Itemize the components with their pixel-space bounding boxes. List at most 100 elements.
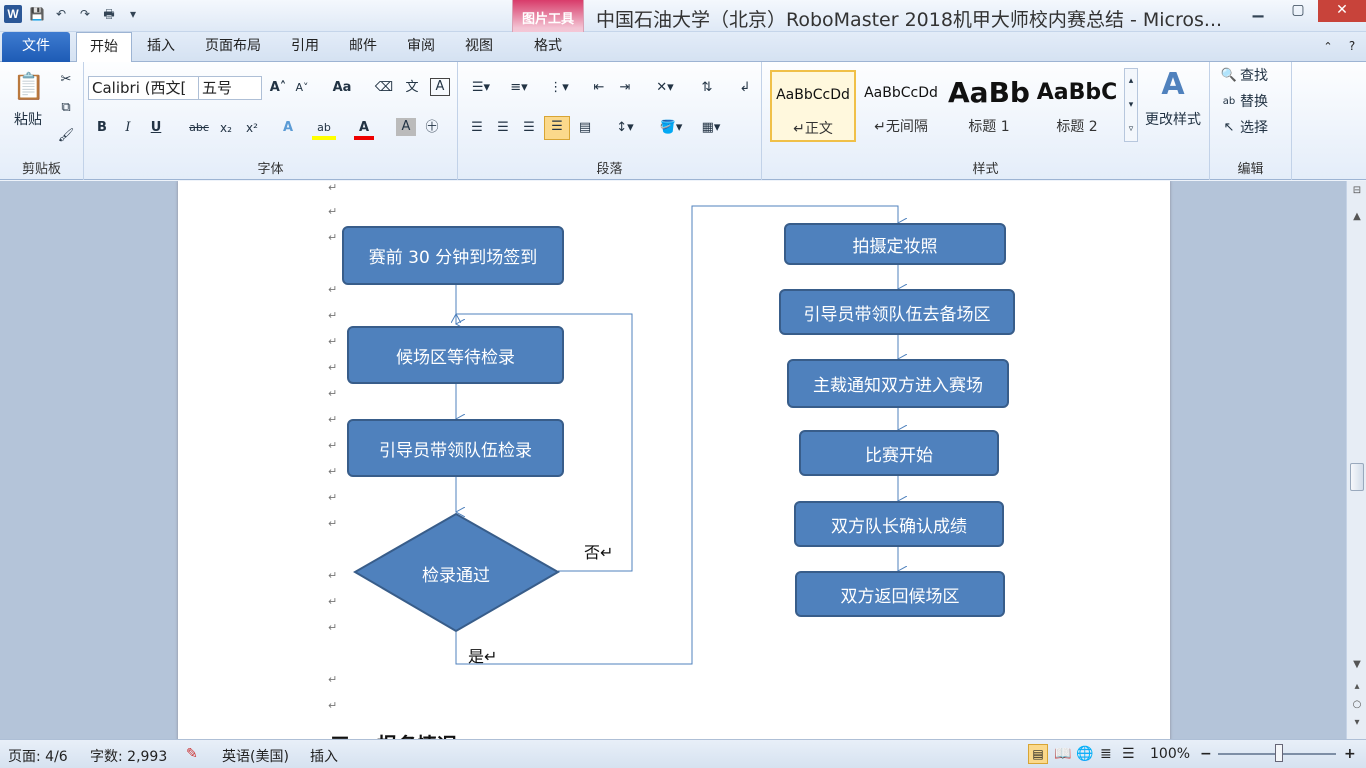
save-icon[interactable]: 💾 [28,5,46,23]
help-icon[interactable]: ? [1342,32,1362,62]
vertical-scrollbar[interactable]: ⊟ ▲ ▼ ▴ ○ ▾ [1346,181,1366,739]
clear-formatting-icon[interactable]: ⌫ [374,78,394,98]
grow-font-button[interactable]: A˄ [268,78,288,98]
tab-home[interactable]: 开始 [76,32,132,63]
character-shading-icon[interactable]: A [396,118,416,136]
ruler-toggle-icon[interactable]: ⊟ [1350,185,1364,196]
paste-button[interactable]: 粘贴 [6,110,50,130]
shading-icon[interactable]: 🪣▾ [654,118,688,138]
multilevel-list-icon[interactable]: ⋮▾ [544,78,574,98]
zoom-in-button[interactable]: + [1344,746,1356,762]
document-page[interactable]: ↵ ↵ ↵ ↵ ↵ ↵ ↵ ↵ ↵ ↵ ↵ ↵ ↵ ↵ ↵ ↵ ↵ ↵ 赛前 3… [178,181,1170,739]
flow-node-waiting[interactable]: 候场区等待检录 [347,326,564,384]
font-name-combo[interactable]: Calibri (西文[ [88,76,200,100]
sort-icon[interactable]: ⇅ [696,78,718,98]
decrease-indent-icon[interactable]: ⇤ [588,78,610,98]
enclose-characters-icon[interactable]: ㊉ [422,118,442,138]
find-button[interactable]: 查找 [1240,66,1280,86]
tab-file[interactable]: 文件 [2,32,70,62]
style-no-spacing[interactable]: AaBbCcDd ↵无间隔 [858,70,944,142]
page-count[interactable]: 页面: 4/6 [8,746,68,766]
language[interactable]: 英语(美国) [222,746,289,766]
zoom-slider-knob[interactable] [1275,744,1283,762]
scroll-down-icon[interactable]: ▼ [1350,659,1364,670]
bold-button[interactable]: B [92,118,112,138]
flow-node-photo[interactable]: 拍摄定妆照 [784,223,1006,265]
change-case-button[interactable]: Aa [328,78,356,98]
replace-button[interactable]: 替换 [1240,92,1280,112]
line-spacing-icon[interactable]: ↕▾ [610,118,640,138]
draft-view-icon[interactable]: ☰ [1122,746,1135,762]
strikethrough-button[interactable]: abc [186,118,212,138]
phonetic-guide-icon[interactable]: 文 [402,78,422,98]
style-normal[interactable]: AaBbCcDd ↵正文 [770,70,856,142]
distributed-icon[interactable]: ▤ [574,118,596,138]
text-effects-icon[interactable]: A [278,118,298,138]
tab-review[interactable]: 审阅 [396,32,446,62]
redo-icon[interactable]: ↷ [76,5,94,23]
close-button[interactable]: ✕ [1318,0,1366,22]
style-heading-2[interactable]: AaBbC 标题 2 [1034,70,1120,142]
flow-node-guide-check[interactable]: 引导员带领队伍检录 [347,419,564,477]
format-painter-icon[interactable]: 🖌 [56,126,76,146]
select-button[interactable]: 选择 [1240,118,1280,138]
underline-button[interactable]: U [146,118,166,138]
show-marks-icon[interactable]: ↲ [734,78,756,98]
print-icon[interactable]: 🖶 [100,5,118,23]
insert-mode[interactable]: 插入 [310,746,338,766]
document-area[interactable]: ↵ ↵ ↵ ↵ ↵ ↵ ↵ ↵ ↵ ↵ ↵ ↵ ↵ ↵ ↵ ↵ ↵ ↵ 赛前 3… [0,181,1346,739]
subscript-button[interactable]: x₂ [216,118,236,138]
tab-mailings[interactable]: 邮件 [338,32,388,62]
tab-format[interactable]: 格式 [518,32,578,62]
italic-button[interactable]: I [118,118,138,138]
ribbon-minimize-icon[interactable]: ⌃ [1318,32,1338,62]
shrink-font-button[interactable]: A˅ [292,78,312,98]
tab-references[interactable]: 引用 [280,32,330,62]
browse-object-icon[interactable]: ○ [1350,699,1364,710]
tab-page-layout[interactable]: 页面布局 [194,32,272,62]
numbering-icon[interactable]: ≡▾ [504,78,534,98]
next-page-icon[interactable]: ▾ [1350,717,1364,728]
highlight-icon[interactable]: ab [312,118,336,140]
character-border-icon[interactable]: A [430,78,450,96]
align-right-icon[interactable]: ☰ [518,118,540,138]
justify-icon[interactable]: ☰ [544,116,570,140]
flow-node-enter-arena[interactable]: 主裁通知双方进入赛场 [787,359,1009,408]
increase-indent-icon[interactable]: ⇥ [614,78,636,98]
customize-toolbar-icon[interactable]: ▾ [124,5,142,23]
style-heading-1[interactable]: AaBb 标题 1 [946,70,1032,142]
print-layout-icon[interactable]: ▤ [1028,744,1048,764]
change-styles-icon[interactable]: A [1146,68,1200,102]
zoom-level[interactable]: 100% [1150,746,1190,762]
proofing-icon[interactable]: ✎ [186,746,198,762]
web-layout-icon[interactable]: 🌐 [1076,746,1093,762]
borders-icon[interactable]: ▦▾ [696,118,726,138]
undo-icon[interactable]: ↶ [52,5,70,23]
asian-layout-icon[interactable]: ✕▾ [650,78,680,98]
word-count[interactable]: 字数: 2,993 [90,746,167,766]
scroll-thumb[interactable] [1350,463,1364,491]
copy-icon[interactable]: ⧉ [56,98,76,118]
flow-node-match-start[interactable]: 比赛开始 [799,430,999,476]
flow-node-return[interactable]: 双方返回候场区 [795,571,1005,617]
bullets-icon[interactable]: ☰▾ [466,78,496,98]
word-app-icon[interactable]: W [4,5,22,23]
scroll-up-icon[interactable]: ▲ [1350,211,1364,222]
paste-icon[interactable]: 📋 [12,70,46,104]
font-size-combo[interactable]: 五号 [198,76,262,100]
flow-node-checkin[interactable]: 赛前 30 分钟到场签到 [342,226,564,285]
tab-insert[interactable]: 插入 [136,32,186,62]
maximize-button[interactable]: ▢ [1278,0,1318,22]
styles-scroll-icon[interactable]: ▴ ▾ ▿ [1124,68,1138,142]
flow-node-confirm-score[interactable]: 双方队长确认成绩 [794,501,1004,547]
font-color-icon[interactable]: A [354,118,374,140]
cut-icon[interactable]: ✂ [56,70,76,90]
full-screen-reading-icon[interactable]: 📖 [1054,746,1071,762]
align-left-icon[interactable]: ☰ [466,118,488,138]
prev-page-icon[interactable]: ▴ [1350,681,1364,692]
change-styles-button[interactable]: 更改样式 [1142,110,1204,130]
zoom-out-button[interactable]: − [1200,746,1212,762]
flow-node-prep-area[interactable]: 引导员带领队伍去备场区 [779,289,1015,335]
superscript-button[interactable]: x² [242,118,262,138]
outline-view-icon[interactable]: ≣ [1100,746,1112,762]
